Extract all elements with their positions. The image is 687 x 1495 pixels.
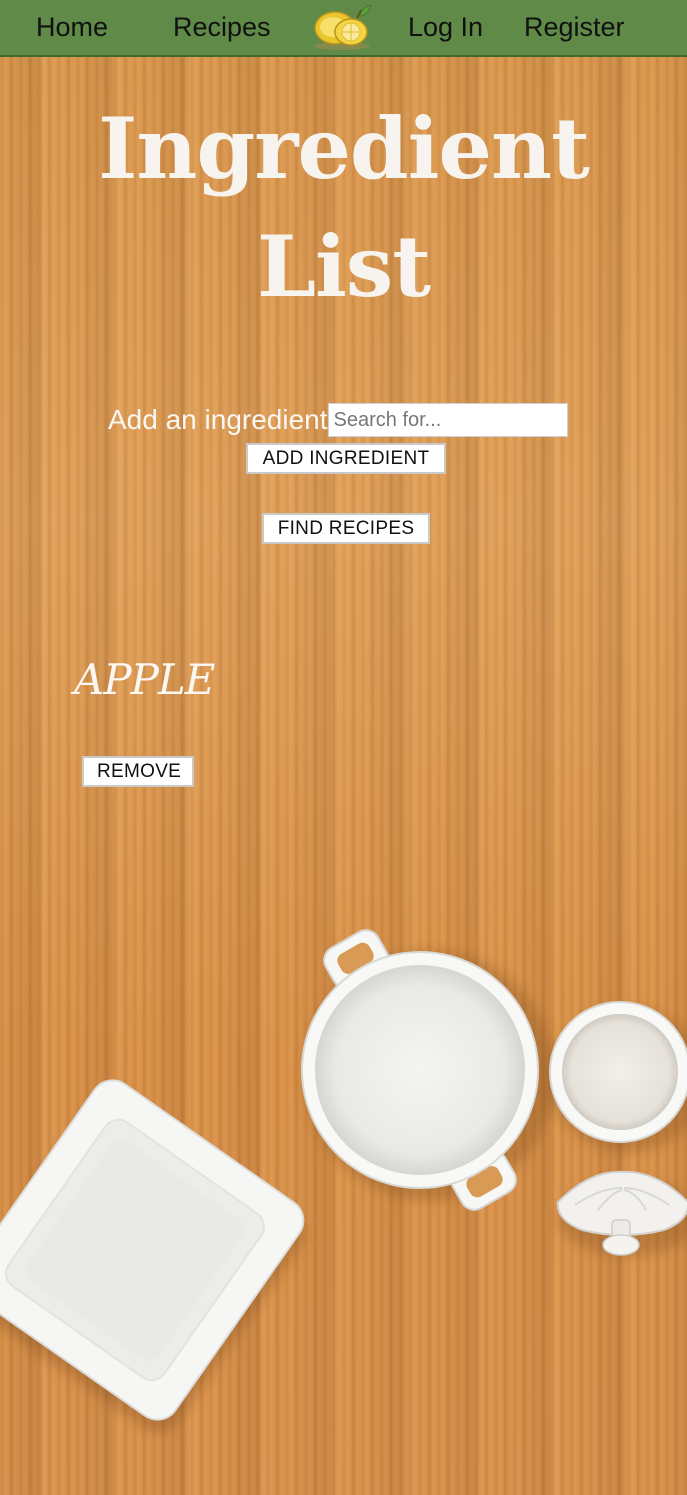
remove-ingredient-button[interactable]: REMOVE (82, 756, 194, 787)
nav-home-link[interactable]: Home (36, 12, 108, 43)
small-pot (549, 1001, 687, 1152)
ingredient-search-input[interactable] (327, 403, 568, 437)
ingredient-name: APPLE (74, 655, 215, 704)
page-title: Ingredient List (0, 90, 687, 326)
lemon-logo-icon[interactable] (311, 2, 373, 52)
pot-lid (556, 1170, 687, 1256)
page-title-line: List (256, 217, 431, 316)
add-ingredient-button[interactable]: ADD INGREDIENT (246, 443, 446, 474)
nav-recipes-link[interactable]: Recipes (173, 12, 271, 43)
top-nav: Home Recipes Log In Register (0, 0, 687, 57)
add-ingredient-label: Add an ingredient (108, 404, 328, 435)
page-title-line: Ingredient (98, 99, 590, 198)
square-dish (0, 1079, 305, 1433)
page: Home Recipes Log In Register Ingredient … (0, 0, 687, 1495)
decorative-dishes-image (0, 929, 687, 1433)
nav-register-link[interactable]: Register (524, 12, 625, 43)
find-recipes-button[interactable]: FIND RECIPES (262, 513, 430, 544)
nav-login-link[interactable]: Log In (408, 12, 483, 43)
add-ingredient-row: Add an ingredient (108, 403, 568, 437)
